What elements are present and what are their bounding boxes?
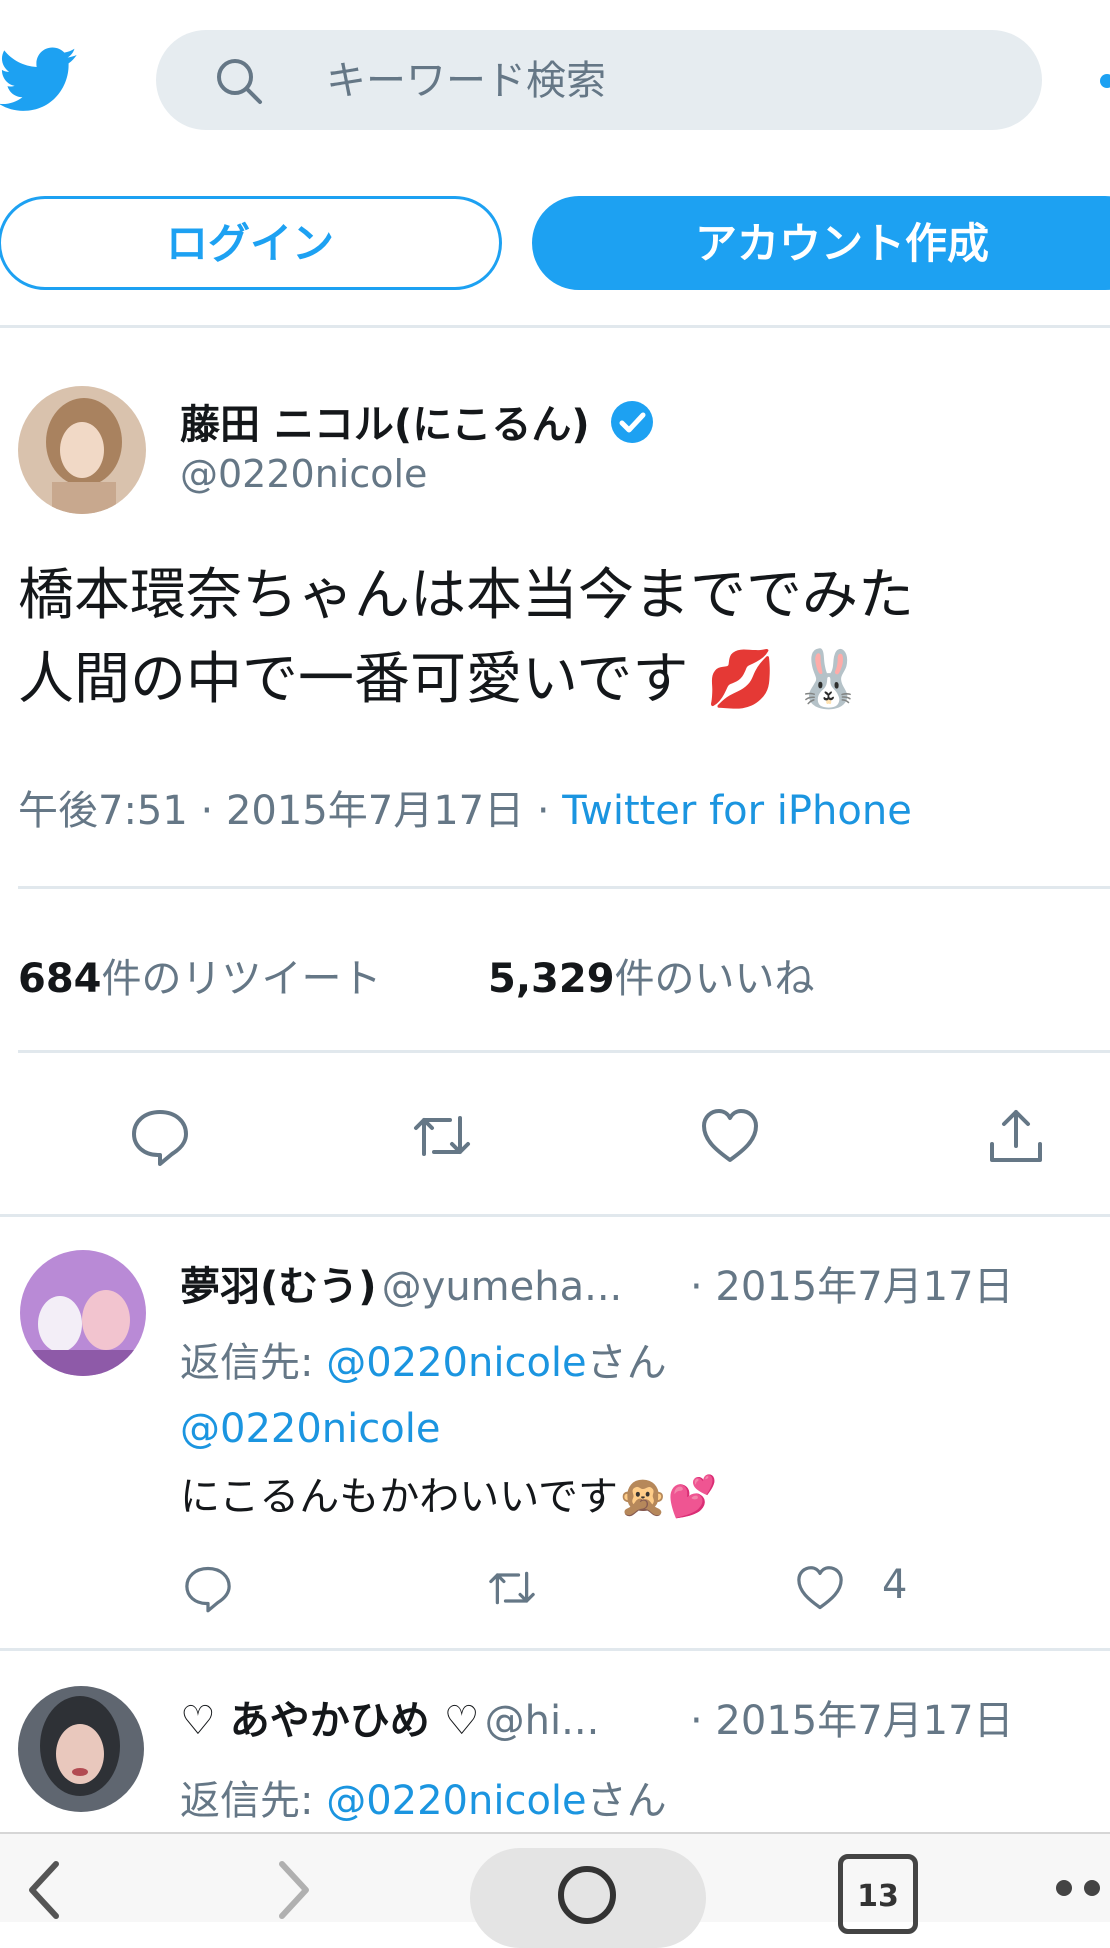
- edge-indicator: [1100, 74, 1110, 88]
- retweet-count: 684: [18, 956, 102, 1002]
- stats-divider: [18, 1050, 1110, 1053]
- rabbit-emoji: 🐰: [793, 647, 864, 712]
- like-label: 件のいいね: [614, 956, 815, 1002]
- tweet-source[interactable]: Twitter for iPhone: [562, 788, 912, 834]
- kiss-emoji: 💋: [706, 647, 776, 712]
- reply-divider: [0, 1648, 1110, 1651]
- reply2-to-prefix: 返信先:: [180, 1778, 327, 1824]
- reply-to-prefix: 返信先:: [180, 1340, 327, 1386]
- tweet-meta: 午後7:51 · 2015年7月17日 · Twitter for iPhone: [18, 788, 912, 834]
- header-divider: [0, 325, 1110, 328]
- tweet-divider: [0, 1214, 1110, 1217]
- browser-search-button[interactable]: [470, 1848, 706, 1948]
- search-icon: [214, 56, 264, 106]
- reply2-author-handle[interactable]: @hi...: [485, 1698, 600, 1744]
- hearts-emoji: 💕: [667, 1474, 718, 1520]
- retweet-icon[interactable]: [410, 1104, 474, 1168]
- reply2-author-name[interactable]: ♡ あやかひめ ♡: [180, 1698, 480, 1744]
- reply2-date[interactable]: · 2015年7月17日: [690, 1688, 1014, 1746]
- author-name[interactable]: 藤田 ニコル(にこるん): [180, 392, 654, 454]
- tweet-text-line1: 橋本環奈ちゃんは本当今まででみた: [18, 563, 914, 628]
- tweet-text-line2: 人間の中で一番可愛いです: [18, 647, 689, 712]
- reply2-header: ♡ あやかひめ ♡ @hi...: [180, 1688, 599, 1746]
- monkey-emoji: 🙊: [618, 1474, 668, 1520]
- reply-retweet-icon[interactable]: [486, 1562, 538, 1618]
- reply-author-handle[interactable]: @yumeha...: [382, 1264, 623, 1310]
- reply2-to-suffix: さん: [586, 1778, 667, 1824]
- tweet-text: 橋本環奈ちゃんは本当今まででみた 人間の中で一番可愛いです 💋 🐰: [18, 554, 1110, 722]
- twitter-bird-logo[interactable]: [0, 40, 78, 118]
- reply-text: にこるんもかわいいです🙊💕: [180, 1464, 718, 1522]
- reply-like-icon[interactable]: [794, 1562, 846, 1618]
- reply-date[interactable]: · 2015年7月17日: [690, 1254, 1014, 1312]
- browser-toolbar: 13: [0, 1832, 1110, 1948]
- retweet-label: 件のリツイート: [101, 956, 382, 1002]
- tweet-date[interactable]: 2015年7月17日: [226, 788, 524, 834]
- meta-divider: [18, 886, 1110, 889]
- browser-search-icon: [552, 1860, 622, 1934]
- reply-text-body: にこるんもかわいいです: [180, 1474, 618, 1520]
- reply2-to-link[interactable]: @0220nicole: [326, 1778, 586, 1824]
- reply2-avatar[interactable]: [18, 1686, 144, 1812]
- like-stats[interactable]: 5,329件のいいね: [488, 946, 815, 1004]
- more-icon[interactable]: [1054, 1878, 1110, 1902]
- reply-icon[interactable]: [128, 1104, 192, 1168]
- back-icon[interactable]: [24, 1860, 64, 1924]
- author-handle[interactable]: @0220nicole: [180, 452, 427, 496]
- reply-header: 夢羽(むう) @yumeha...: [180, 1254, 622, 1312]
- forward-icon[interactable]: [274, 1860, 314, 1924]
- reply-to-suffix: さん: [586, 1340, 667, 1386]
- tabs-icon[interactable]: 13: [838, 1854, 918, 1934]
- reply-mention[interactable]: @0220nicole: [180, 1406, 440, 1452]
- login-button[interactable]: ログイン: [0, 196, 502, 290]
- like-count: 5,329: [488, 956, 615, 1002]
- search-placeholder[interactable]: キーワード検索: [326, 56, 606, 106]
- reply-reply-icon[interactable]: [182, 1562, 234, 1618]
- avatar[interactable]: [18, 386, 146, 514]
- verified-badge-icon: [610, 400, 654, 454]
- like-icon[interactable]: [698, 1104, 762, 1168]
- search-bar[interactable]: キーワード検索: [156, 30, 1042, 130]
- reply-author-name[interactable]: 夢羽(むう): [180, 1264, 377, 1310]
- reply-to-link[interactable]: @0220nicole: [326, 1340, 586, 1386]
- reply2-to-line: 返信先: @0220nicoleさん: [180, 1768, 667, 1826]
- reply-avatar[interactable]: [20, 1250, 146, 1376]
- tweet-time: 午後7:51: [18, 788, 188, 834]
- reply-like-count: 4: [882, 1562, 908, 1608]
- share-icon[interactable]: [984, 1104, 1048, 1168]
- signup-button[interactable]: アカウント作成: [532, 196, 1110, 290]
- retweet-stats[interactable]: 684件のリツイート: [18, 946, 382, 1004]
- reply-to-line: 返信先: @0220nicoleさん: [180, 1330, 667, 1388]
